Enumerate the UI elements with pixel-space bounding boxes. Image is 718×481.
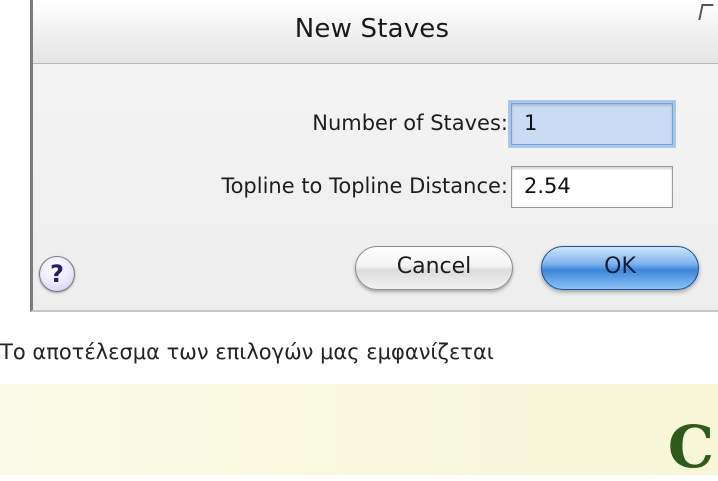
number-of-staves-input[interactable]: 1 (511, 103, 673, 145)
bottom-glyph: C (667, 413, 714, 481)
bottom-banner (0, 384, 718, 475)
number-of-staves-label: Number of Staves: (312, 111, 508, 135)
help-button[interactable]: ? (39, 256, 75, 292)
page-caption: Το αποτέλεσμα των επιλογών μας εμφανίζετ… (0, 340, 494, 364)
ok-button[interactable]: OK (541, 246, 699, 290)
topline-distance-label: Topline to Topline Distance: (221, 174, 508, 198)
question-mark-icon: ? (50, 260, 64, 288)
cancel-button[interactable]: Cancel (355, 246, 513, 290)
new-staves-dialog: New Staves Number of Staves: 1 Topline t… (30, 0, 718, 312)
dialog-titlebar: New Staves (33, 0, 718, 64)
dialog-title: New Staves (294, 14, 450, 44)
topline-distance-input[interactable]: 2.54 (511, 166, 673, 208)
window-corner-icon (698, 4, 714, 20)
